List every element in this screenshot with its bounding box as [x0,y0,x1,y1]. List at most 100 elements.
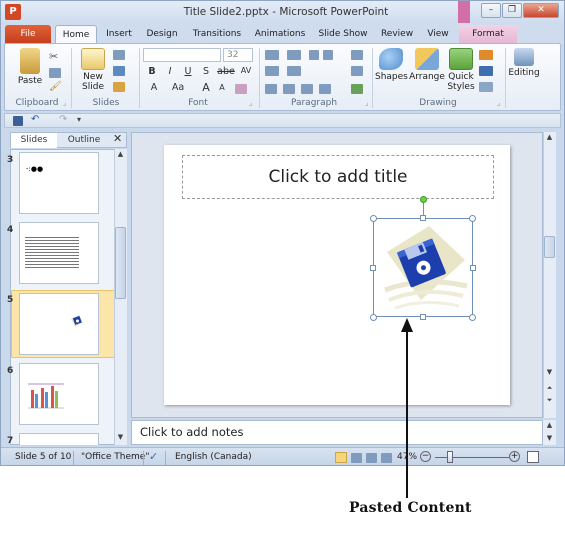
text-direction-icon[interactable] [351,50,363,60]
slide-thumbnail-3[interactable]: -:●● [19,152,99,214]
slide-scroll-thumb[interactable] [544,236,555,258]
paragraph-launcher-icon[interactable]: ⌟ [365,99,368,107]
resize-handle-se[interactable] [469,314,476,321]
tab-format[interactable]: Format [459,25,517,44]
previous-slide-icon[interactable]: ⏶ [544,384,555,393]
columns-icon[interactable] [287,66,301,76]
resize-handle-sw[interactable] [370,314,377,321]
resize-handle-e[interactable] [470,265,476,271]
close-button[interactable]: ✕ [523,3,559,18]
align-center-icon[interactable] [283,84,295,94]
copy-icon[interactable] [49,68,61,78]
notes-pane[interactable]: Click to add notes [131,420,543,445]
title-placeholder[interactable]: Click to add title [182,155,494,199]
align-right-icon[interactable] [301,84,313,94]
new-slide-button[interactable]: New Slide [77,48,109,92]
scroll-up-icon[interactable]: ▲ [544,133,555,141]
editing-button[interactable]: Editing [507,48,541,78]
resize-handle-n[interactable] [420,215,426,221]
arrange-button[interactable]: Arrange [409,48,445,82]
scroll-up-icon[interactable]: ▲ [115,150,126,158]
zoom-in-icon[interactable]: + [509,451,520,462]
tab-transitions[interactable]: Transitions [189,25,245,44]
tab-review[interactable]: Review [377,25,417,44]
font-launcher-icon[interactable]: ⌟ [249,99,252,107]
save-icon[interactable] [13,116,23,126]
clipboard-launcher-icon[interactable]: ⌟ [63,99,66,107]
character-spacing-button[interactable]: AV [237,66,255,75]
scroll-down-icon[interactable]: ▼ [115,433,126,441]
resize-handle-s[interactable] [420,314,426,320]
scroll-up-icon[interactable]: ▲ [544,421,555,429]
slide-show-icon[interactable] [381,453,392,463]
quick-styles-button[interactable]: Quick Styles [445,48,477,92]
shape-effects-icon[interactable] [479,82,493,92]
underline-button[interactable]: U [181,66,195,77]
tab-outline[interactable]: Outline [61,133,107,148]
increase-indent-icon[interactable] [323,50,333,60]
resize-handle-nw[interactable] [370,215,377,222]
slide-thumbnail-4[interactable] [19,222,99,284]
redo-icon[interactable]: ↷ [59,114,67,125]
scroll-down-icon[interactable]: ▼ [544,434,555,442]
reading-view-icon[interactable] [366,453,377,463]
normal-view-icon[interactable] [335,452,347,463]
font-name-field[interactable] [143,48,221,62]
resize-handle-w[interactable] [370,265,376,271]
grow-font-button[interactable]: A [199,81,213,94]
slide-thumbnail-6[interactable] [19,363,99,425]
decrease-indent-icon[interactable] [309,50,319,60]
slides-pane-scroll-thumb[interactable] [115,227,126,299]
slide-sorter-icon[interactable] [351,453,362,463]
tab-animations[interactable]: Animations [251,25,309,44]
tab-insert[interactable]: Insert [101,25,137,44]
resize-handle-ne[interactable] [469,215,476,222]
shapes-button[interactable]: Shapes [375,48,408,82]
align-text-icon[interactable] [351,66,363,76]
tab-slides[interactable]: Slides [11,133,57,148]
undo-icon[interactable]: ↶ [31,114,39,125]
slide-thumbnail-5[interactable] [19,293,99,355]
tab-design[interactable]: Design [141,25,183,44]
format-painter-icon[interactable]: 🖌 [49,81,62,92]
bullets-icon[interactable] [265,50,279,60]
close-pane-icon[interactable]: ✕ [113,132,122,145]
numbering-icon[interactable] [287,50,301,60]
customize-toolbar-icon[interactable]: ▾ [77,115,81,124]
change-case-button[interactable]: Aa [169,82,187,93]
minimize-button[interactable]: – [481,3,501,18]
line-spacing-icon[interactable] [265,66,279,76]
section-icon[interactable] [113,82,125,92]
tab-view[interactable]: View [421,25,455,44]
font-color-button[interactable]: A [147,82,161,93]
restore-button[interactable]: ❐ [502,3,522,18]
fit-to-window-icon[interactable] [527,451,539,463]
zoom-slider-track[interactable] [435,457,509,458]
shape-outline-icon[interactable] [479,66,493,76]
scroll-down-icon[interactable]: ▼ [544,368,555,376]
slide-thumbnail-7[interactable] [19,433,99,445]
shrink-font-button[interactable]: A [215,83,229,92]
tab-slide-show[interactable]: Slide Show [315,25,371,44]
shape-fill-icon[interactable] [479,50,493,60]
next-slide-icon[interactable]: ⏷ [544,396,555,405]
slide-scrollbar[interactable]: ▲ ▼ ⏶ ⏷ [543,132,556,418]
zoom-slider-thumb[interactable] [447,451,454,463]
paste-button[interactable]: Paste [13,48,47,86]
theme-name[interactable]: "Office Theme" [81,452,149,462]
powerpoint-app-icon[interactable]: P [5,4,21,20]
strikethrough-button[interactable]: abe [215,66,237,77]
layout-icon[interactable] [113,50,125,60]
zoom-out-icon[interactable]: − [420,451,431,462]
rotation-handle[interactable] [420,196,427,203]
notes-scrollbar[interactable]: ▲ ▼ [543,420,556,445]
tab-file[interactable]: File [5,25,51,44]
justify-icon[interactable] [319,84,331,94]
drawing-launcher-icon[interactable]: ⌟ [497,99,500,107]
shadow-button[interactable]: S [199,66,213,77]
cut-icon[interactable]: ✂ [49,50,58,63]
align-left-icon[interactable] [265,84,277,94]
clear-formatting-icon[interactable] [235,84,247,94]
language[interactable]: English (Canada) [175,452,252,462]
smartart-icon[interactable] [351,84,363,94]
